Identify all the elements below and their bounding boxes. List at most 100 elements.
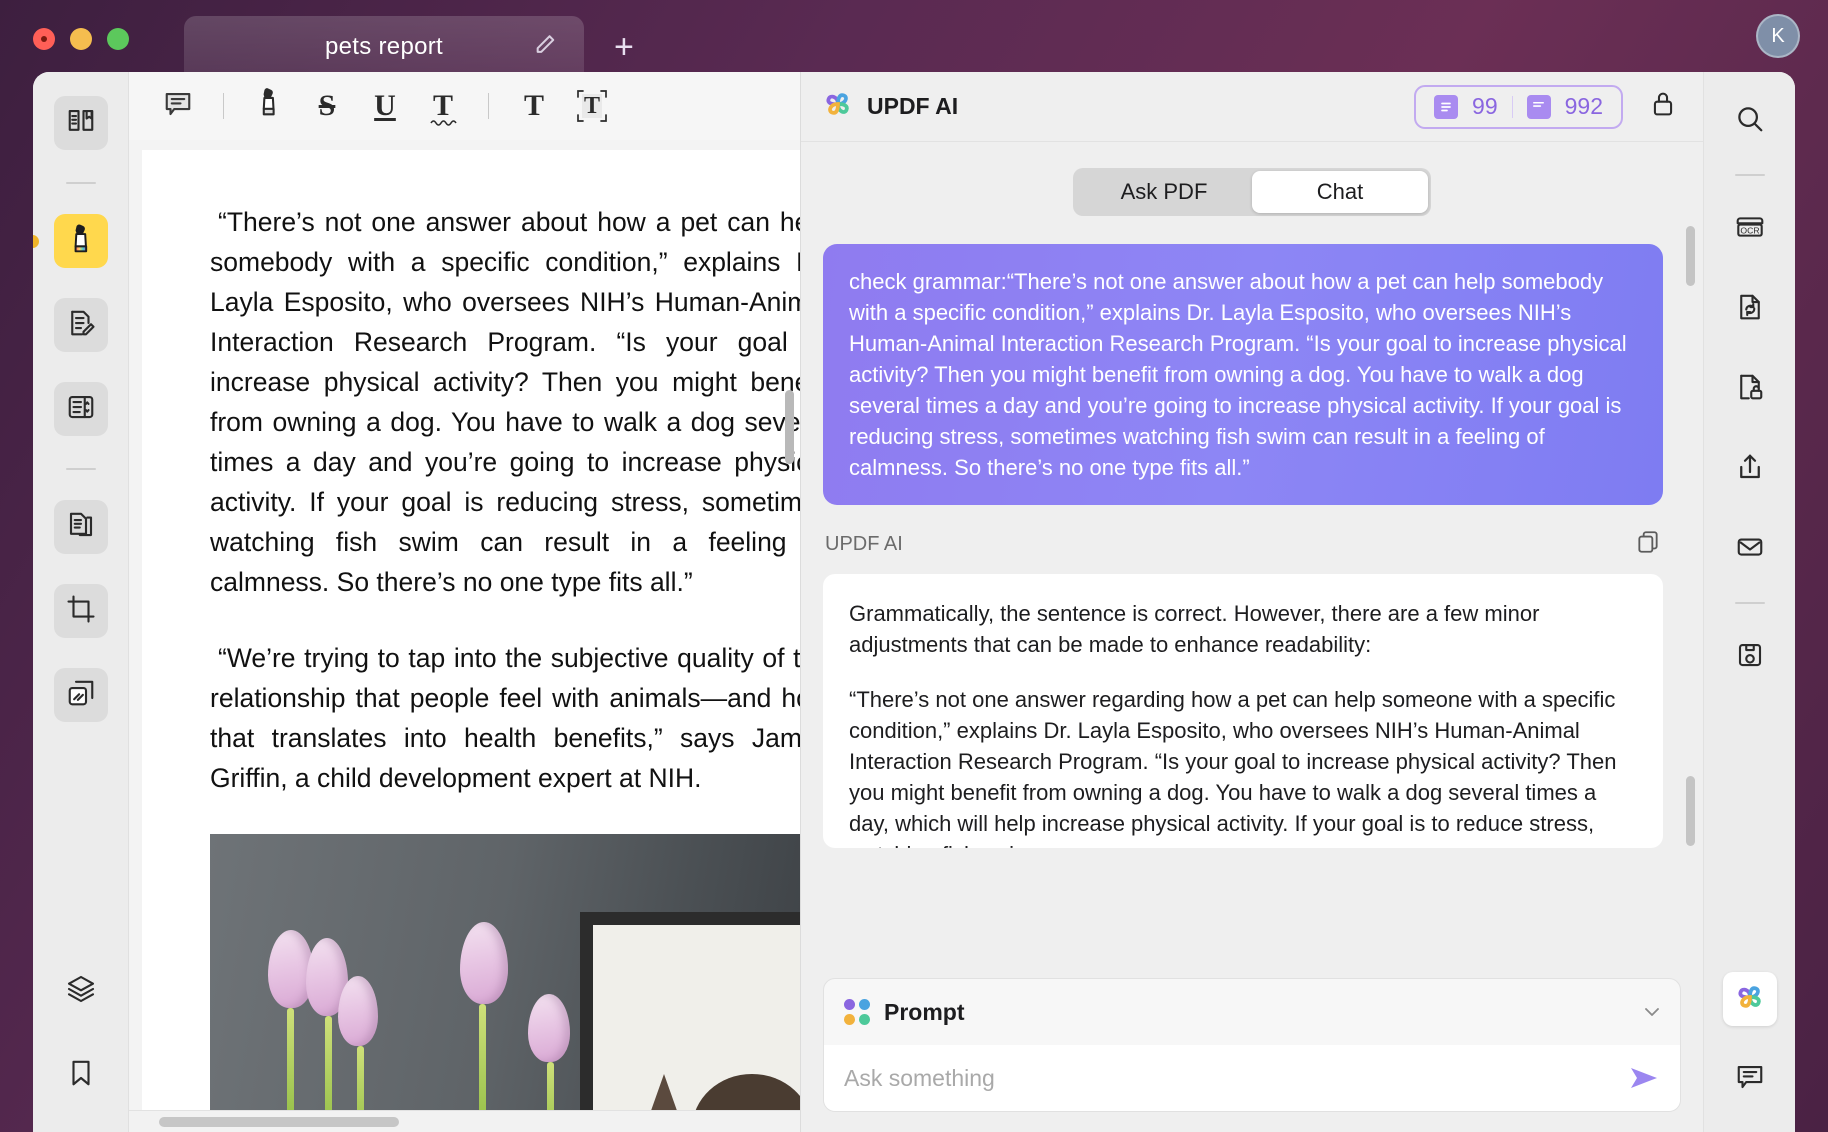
right-rail-divider-2 (1734, 602, 1765, 604)
share-icon (1735, 452, 1765, 487)
traffic-light-group (33, 28, 129, 50)
sticky-note-button[interactable] (151, 84, 205, 128)
sidebar-item-batch-process[interactable] (53, 668, 108, 722)
document-paragraph-2: “We’re trying to tap into the subjective… (210, 643, 800, 793)
assistant-paragraph-1: Grammatically, the sentence is correct. … (849, 601, 1540, 657)
sidebar-item-comments-panel[interactable] (1723, 1052, 1777, 1106)
chat-scrollbar-thumb[interactable] (1686, 776, 1695, 846)
lock-document-icon (1735, 372, 1765, 407)
tab-chat[interactable]: Chat (1252, 171, 1428, 213)
underline-icon: U (374, 89, 396, 122)
sidebar-item-comment-highlight[interactable] (53, 214, 108, 268)
annotation-toolbar: S U T T T (129, 72, 800, 140)
updf-ai-clover-icon (821, 87, 855, 126)
bookmark-icon (66, 1058, 96, 1093)
envelope-icon (1735, 532, 1765, 567)
sidebar-item-updf-ai[interactable] (1722, 972, 1777, 1026)
search-icon (1735, 104, 1765, 139)
copy-icon[interactable] (1635, 529, 1661, 560)
chat-input[interactable] (844, 1064, 1628, 1092)
credits-badge-separator (1511, 95, 1513, 118)
highlight-tool-button[interactable] (242, 84, 296, 128)
credits-badge[interactable]: 99 992 (1414, 84, 1623, 129)
page-credit-count: 99 (1472, 93, 1498, 119)
maximize-window-button[interactable] (107, 28, 129, 50)
unsaved-indicator-dot (33, 235, 39, 248)
toolbar-separator-1 (223, 93, 224, 119)
close-window-button[interactable] (33, 28, 55, 50)
squiggly-underline-icon: T (430, 91, 457, 126)
pdf-page-canvas[interactable]: “There’s not one answer about how a pet … (129, 140, 800, 1132)
highlighter-icon (66, 223, 96, 260)
sidebar-item-edit-pdf[interactable] (53, 298, 108, 352)
document-horizontal-scrollbar-track[interactable] (129, 1110, 800, 1132)
chat-message-list[interactable]: check grammar:“There’s not one answer ab… (801, 216, 1703, 968)
chat-composer: Prompt (823, 978, 1681, 1112)
tab-ask-pdf[interactable]: Ask PDF (1076, 171, 1252, 213)
user-avatar[interactable]: K (1756, 14, 1800, 58)
highlighter-icon (255, 87, 283, 126)
text-tool-button[interactable]: T (507, 84, 561, 128)
left-rail-divider-2 (65, 468, 96, 470)
ai-panel-title: UPDF AI (867, 93, 959, 119)
text-box-tool-button[interactable]: T (565, 84, 619, 128)
document-tab-pets-report[interactable]: pets report (184, 16, 584, 78)
lock-icon[interactable] (1649, 89, 1677, 124)
left-tool-rail (33, 72, 128, 1132)
page-pencil-icon (66, 308, 96, 343)
document-pane: S U T T T “There’s not one answer about … (128, 72, 800, 1132)
chat-message-assistant: Grammatically, the sentence is correct. … (823, 574, 1663, 848)
tab-strip: pets report + (184, 0, 634, 78)
ocr-icon: OCR (1734, 212, 1766, 247)
convert-document-icon (1735, 292, 1765, 327)
sidebar-item-layers[interactable] (54, 964, 108, 1018)
sidebar-item-save[interactable] (1723, 630, 1777, 684)
send-icon[interactable] (1628, 1064, 1660, 1092)
chat-message-user: check grammar:“There’s not one answer ab… (823, 244, 1663, 505)
book-reader-icon (66, 106, 96, 141)
strikethrough-button[interactable]: S (300, 84, 354, 128)
document-pages-icon (66, 510, 96, 545)
document-horizontal-scrollbar-thumb[interactable] (159, 1117, 399, 1127)
page-layout-icon (66, 392, 96, 427)
document-photo-tulips (210, 834, 800, 1132)
chevron-down-icon[interactable] (1644, 1004, 1660, 1020)
chat-scrollbar-thumb-top[interactable] (1686, 226, 1695, 286)
right-rail-divider-1 (1734, 174, 1765, 176)
sidebar-item-share[interactable] (1723, 442, 1777, 496)
svg-text:OCR: OCR (1740, 225, 1759, 235)
copy-pages-icon (66, 678, 96, 713)
app-shell: S U T T T “There’s not one answer about … (33, 72, 1795, 1132)
sidebar-item-crop-page[interactable] (53, 584, 108, 638)
squiggly-underline-button[interactable]: T (416, 84, 470, 128)
rename-tab-pencil-icon[interactable] (534, 34, 556, 61)
sidebar-item-convert[interactable] (1723, 282, 1777, 336)
toolbar-separator-2 (488, 93, 489, 119)
sidebar-item-organize-pages[interactable] (53, 382, 108, 436)
underline-button[interactable]: U (358, 84, 412, 128)
sidebar-item-reader-mode[interactable] (53, 96, 108, 150)
chat-credit-count: 992 (1564, 93, 1603, 119)
sidebar-item-email[interactable] (1723, 522, 1777, 576)
assistant-message-header: UPDF AI (825, 529, 1661, 560)
document-paragraph-1: “There’s not one answer about how a pet … (210, 207, 800, 597)
right-tool-rail: OCR (1703, 72, 1795, 1132)
ai-panel-header: UPDF AI 99 992 (801, 72, 1703, 142)
sidebar-item-bookmarks[interactable] (54, 1048, 108, 1102)
sidebar-item-protect[interactable] (1723, 362, 1777, 416)
left-rail-divider-1 (65, 182, 96, 184)
updf-ai-clover-icon (1733, 980, 1767, 1019)
strikethrough-icon: S (318, 89, 336, 122)
document-vertical-scrollbar[interactable] (785, 390, 794, 464)
sidebar-item-ocr[interactable]: OCR (1723, 202, 1777, 256)
document-lines-icon (1434, 94, 1459, 119)
ai-mode-tabs: Ask PDF Chat (1073, 168, 1431, 216)
crop-icon (66, 594, 96, 629)
sidebar-item-page-tools[interactable] (53, 500, 108, 554)
assistant-paragraph-2: “There’s not one answer regarding how a … (849, 687, 1617, 848)
sidebar-item-search[interactable] (1723, 94, 1777, 148)
prompt-selector[interactable]: Prompt (824, 979, 1680, 1045)
new-tab-button[interactable]: + (614, 30, 634, 64)
minimize-window-button[interactable] (70, 28, 92, 50)
chat-bubble-icon (1526, 94, 1551, 119)
